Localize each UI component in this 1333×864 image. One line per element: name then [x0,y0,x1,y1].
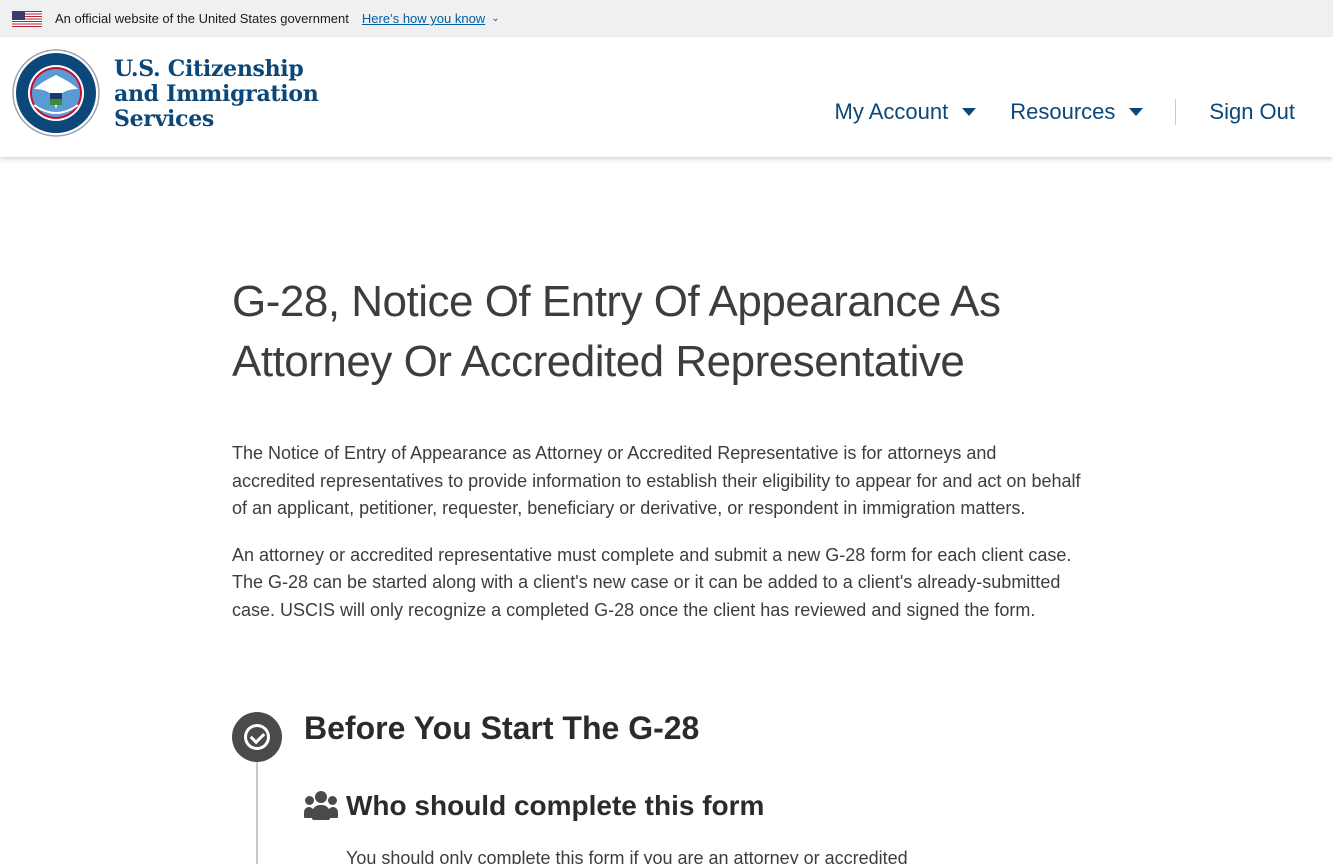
step-connector-line [256,762,258,864]
main-content: G-28, Notice Of Entry Of Appearance As A… [232,272,1092,624]
check-circle-icon [232,712,282,762]
my-account-label: My Account [834,99,949,124]
site-header: U.S. Citizenship and Immigration Service… [0,37,1333,157]
agency-line-1: U.S. Citizenship [114,56,304,82]
caret-down-icon [1129,108,1144,116]
instructions-paragraph: An attorney or accredited representative… [232,544,1072,620]
sign-out-label: Sign Out [1209,99,1295,124]
my-account-menu[interactable]: My Account [835,99,977,125]
gov-banner: An official website of the United States… [0,0,1333,37]
intro-paragraph: The Notice of Entry of Appearance as Att… [232,443,1081,518]
gov-banner-text: An official website of the United States… [55,11,349,26]
sign-out-link[interactable]: Sign Out [1209,99,1295,125]
resources-label: Resources [1010,99,1116,124]
dhs-seal-logo[interactable] [12,49,100,137]
section-title: Who should complete this form [346,790,765,821]
caret-down-icon [962,108,977,116]
step-title: Before You Start The G-28 [304,710,700,746]
page-title: G-28, Notice Of Entry Of Appearance As A… [232,277,1001,386]
users-icon [304,791,338,821]
section-text: You should only complete this form if yo… [346,848,908,864]
who-should-complete-section: Who should complete this form [304,790,764,822]
agency-line-3: Services [114,106,214,132]
chevron-down-icon[interactable]: ⌄ [491,13,499,24]
agency-name[interactable]: U.S. Citizenship and Immigration Service… [114,56,319,132]
heres-how-you-know-link[interactable]: Here’s how you know [362,11,485,26]
primary-nav: My Account Resources Sign Out [835,99,1295,125]
nav-divider [1175,99,1177,125]
us-flag-icon [12,10,42,27]
agency-line-2: and Immigration [114,81,319,107]
resources-menu[interactable]: Resources [1010,99,1144,125]
